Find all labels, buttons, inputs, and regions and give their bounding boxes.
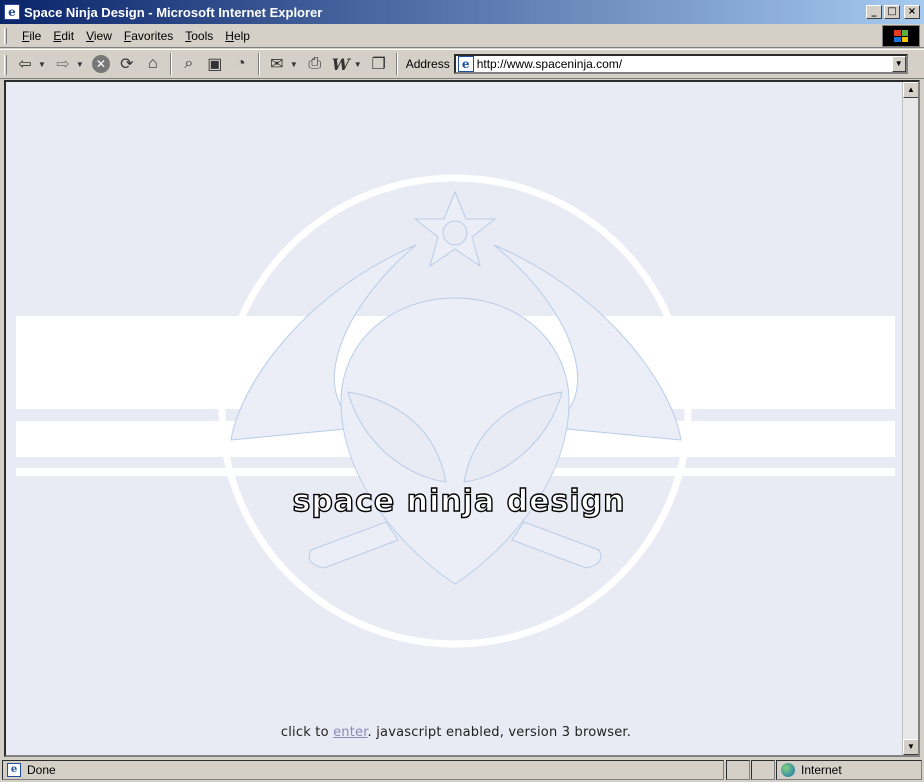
mail-dropdown-icon[interactable]: ▼ (290, 60, 298, 69)
security-zone: Internet (776, 760, 922, 780)
vertical-scrollbar[interactable]: ▲ ▼ (902, 82, 918, 755)
enter-link[interactable]: enter (333, 725, 367, 740)
minimize-button[interactable]: _ (866, 5, 882, 19)
windows-logo-icon (882, 25, 920, 47)
title-bar: e Space Ninja Design - Microsoft Interne… (0, 0, 924, 24)
menu-favorites[interactable]: Favorites (118, 29, 179, 43)
forward-dropdown-icon[interactable]: ▼ (76, 60, 84, 69)
address-dropdown-icon[interactable]: ▼ (891, 56, 906, 72)
space-ninja-logo (16, 174, 895, 648)
back-arrow-icon[interactable]: ⇦ (14, 52, 36, 76)
ie-icon: e (4, 4, 20, 20)
window-title: Space Ninja Design - Microsoft Internet … (24, 4, 323, 20)
address-field[interactable]: e http://www.spaceninja.com/ ▼ (453, 54, 908, 74)
search-icon[interactable]: ⌕ (178, 52, 200, 76)
footer-prefix: click to (280, 725, 334, 740)
address-label: Address (405, 57, 450, 71)
menu-view[interactable]: View (80, 29, 118, 43)
page-viewport: space ninja design click to enter. javas… (4, 80, 920, 757)
menu-edit[interactable]: Edit (47, 29, 80, 43)
favorites-icon[interactable]: ▣ (204, 52, 226, 76)
menu-file[interactable]: File (16, 29, 47, 43)
edit-dropdown-icon[interactable]: ▼ (354, 60, 362, 69)
toolbar-grip[interactable] (4, 55, 7, 75)
menu-grip[interactable] (4, 28, 7, 44)
home-icon[interactable]: ⌂ (142, 52, 164, 76)
status-text: Done (27, 763, 56, 777)
history-icon[interactable]: ◔ (230, 52, 252, 76)
toolbar-separator (257, 53, 260, 75)
globe-icon (781, 763, 795, 777)
status-cell (751, 760, 775, 780)
stop-icon[interactable]: ✕ (90, 52, 112, 76)
toolbar-separator (169, 53, 172, 75)
close-button[interactable]: × (904, 5, 920, 19)
menu-bar: File Edit View Favorites Tools Help (0, 24, 924, 48)
brand-wordmark: space ninja design (292, 483, 626, 519)
scroll-down-icon[interactable]: ▼ (903, 739, 918, 755)
enter-instructions: click to enter. javascript enabled, vers… (6, 725, 906, 740)
print-icon[interactable]: ⎙ (304, 52, 326, 76)
zone-text: Internet (801, 763, 842, 777)
status-cell (726, 760, 750, 780)
page-status-icon: e (7, 763, 21, 777)
mail-icon[interactable]: ✉ (266, 52, 288, 76)
footer-suffix: . javascript enabled, version 3 browser. (367, 725, 632, 740)
toolbar-separator (395, 53, 398, 75)
discuss-icon[interactable]: ❐ (368, 52, 390, 76)
status-main: e Done (2, 760, 724, 780)
back-dropdown-icon[interactable]: ▼ (38, 60, 46, 69)
page-icon: e (457, 56, 474, 72)
address-url[interactable]: http://www.spaceninja.com/ (477, 57, 622, 71)
menu-help[interactable]: Help (219, 29, 256, 43)
status-bar: e Done Internet (0, 758, 924, 782)
scroll-up-icon[interactable]: ▲ (903, 82, 918, 98)
toolbar: ⇦ ▼ ⇨ ▼ ✕ ⟳ ⌂ ⌕ ▣ ◔ ✉ ▼ ⎙ W ▼ ❐ Address … (0, 49, 924, 79)
menu-tools[interactable]: Tools (179, 29, 219, 43)
edit-word-icon[interactable]: W (330, 52, 352, 76)
refresh-icon[interactable]: ⟳ (116, 52, 138, 76)
maximize-button[interactable]: □ (884, 5, 900, 19)
forward-arrow-icon[interactable]: ⇨ (52, 52, 74, 76)
